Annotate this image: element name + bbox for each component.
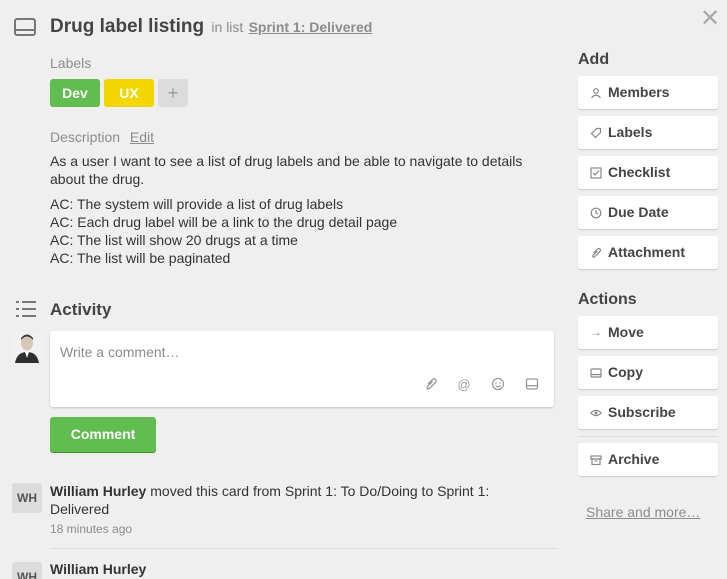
copy-button[interactable]: Copy (578, 356, 718, 389)
in-list-prefix: in list (211, 19, 244, 35)
activity-author[interactable]: William Hurley (50, 561, 146, 577)
comment-button[interactable]: Comment (50, 417, 156, 452)
tag-icon (589, 116, 603, 149)
archive-label: Archive (608, 451, 660, 467)
subscribe-label: Subscribe (608, 404, 676, 420)
user-avatar-initials[interactable]: WH (12, 562, 42, 579)
activity-list-icon (16, 301, 36, 317)
card-title-text[interactable]: Drug label listing (50, 16, 204, 37)
close-icon[interactable]: ✕ (700, 7, 720, 31)
activity-author[interactable]: William Hurley (50, 483, 146, 499)
activity-entry: William Hurley moved this card from Spri… (50, 482, 530, 518)
sidebar-divider (578, 436, 718, 437)
activity-heading: Activity (50, 300, 112, 319)
label-ux[interactable]: UX (104, 79, 154, 107)
comment-input[interactable] (60, 339, 540, 365)
label-dev[interactable]: Dev (50, 79, 100, 107)
due-date-button[interactable]: Due Date (578, 196, 718, 229)
archive-button[interactable]: Archive (578, 443, 718, 476)
copy-label: Copy (608, 364, 643, 380)
checklist-label: Checklist (608, 164, 671, 180)
card-link-icon[interactable] (524, 377, 540, 393)
acceptance-criterion: AC: The list will be paginated (50, 250, 231, 266)
labels-heading: Labels (50, 55, 92, 71)
attach-icon[interactable] (423, 377, 439, 393)
description-intro: As a user I want to see a list of drug l… (50, 153, 523, 187)
move-button[interactable]: → Move (578, 316, 718, 349)
members-label: Members (608, 84, 670, 100)
divider (50, 548, 558, 549)
archive-icon (589, 443, 603, 476)
checkbox-icon (589, 156, 603, 189)
list-link[interactable]: Sprint 1: Delivered (249, 19, 373, 35)
description-heading: Description Edit (50, 129, 154, 145)
avatar[interactable] (12, 331, 42, 363)
comment-box[interactable]: @ (50, 331, 554, 407)
share-and-more-link[interactable]: Share and more… (586, 504, 700, 520)
add-label-button[interactable]: + (158, 79, 188, 107)
person-icon (589, 76, 603, 109)
due-date-label: Due Date (608, 204, 669, 220)
description-edit-link[interactable]: Edit (130, 129, 154, 145)
card-title[interactable]: Drug label listing in list Sprint 1: Del… (50, 16, 372, 38)
description-heading-text: Description (50, 129, 121, 145)
description-body[interactable]: As a user I want to see a list of drug l… (50, 152, 550, 267)
acceptance-criterion: AC: The system will provide a list of dr… (50, 196, 344, 212)
actions-heading: Actions (578, 291, 637, 308)
mention-icon[interactable]: @ (456, 377, 472, 393)
add-heading: Add (578, 51, 610, 68)
acceptance-criterion: AC: Each drug label will be a link to th… (50, 214, 398, 230)
activity-timestamp[interactable]: 18 minutes ago (50, 522, 132, 536)
acceptance-criterion: AC: The list will show 20 drugs at a tim… (50, 232, 298, 248)
card-icon (589, 356, 603, 389)
subscribe-button[interactable]: Subscribe (578, 396, 718, 429)
labels-button[interactable]: Labels (578, 116, 718, 149)
members-button[interactable]: Members (578, 76, 718, 109)
user-avatar-initials[interactable]: WH (12, 483, 42, 513)
avatar-image (12, 331, 42, 363)
eye-icon (589, 396, 603, 429)
paperclip-icon (589, 236, 603, 269)
clock-icon (589, 196, 603, 229)
attachment-button[interactable]: Attachment (578, 236, 718, 269)
move-label: Move (608, 324, 644, 340)
emoji-icon[interactable] (490, 377, 506, 393)
arrow-right-icon: → (590, 325, 602, 339)
card-icon (14, 18, 36, 36)
attachment-label: Attachment (608, 244, 686, 260)
checklist-button[interactable]: Checklist (578, 156, 718, 189)
labels-label: Labels (608, 124, 653, 140)
